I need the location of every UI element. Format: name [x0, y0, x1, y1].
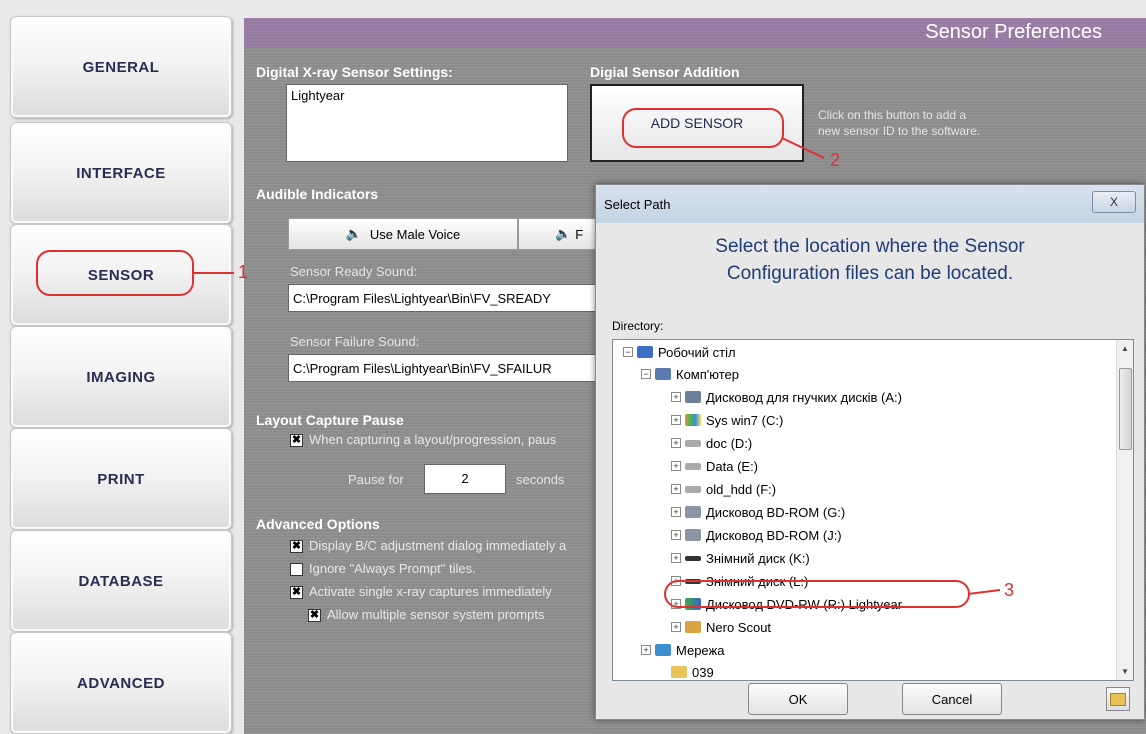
- add-sensor-highlight-ring: [622, 108, 784, 148]
- callout-3: 3: [1004, 580, 1015, 600]
- callout-2: 2: [830, 150, 841, 170]
- callout-lines: [194, 137, 1001, 595]
- dvd-rw-highlight-ring: [664, 580, 970, 608]
- callout-1: 1: [238, 262, 249, 282]
